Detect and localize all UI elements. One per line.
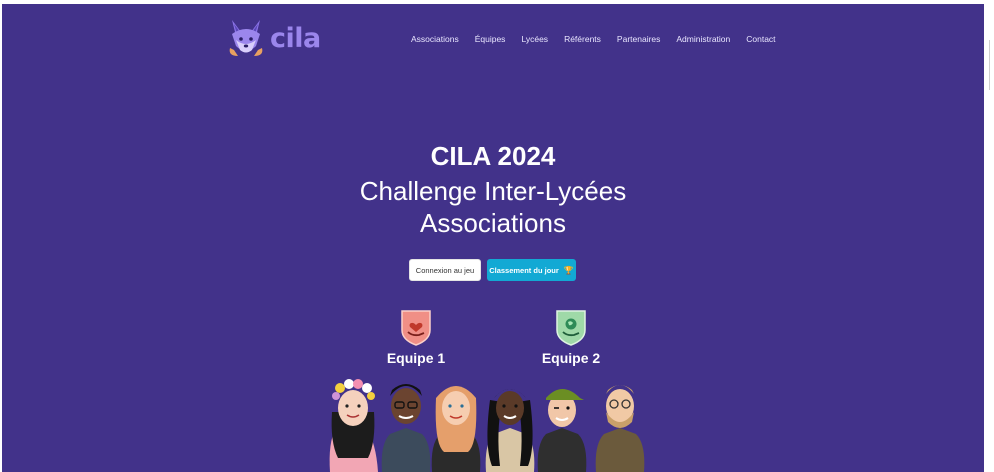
avatar-4 <box>485 389 535 472</box>
nav-link-lycees[interactable]: Lycées <box>521 34 548 44</box>
globe-hand-icon <box>556 310 586 346</box>
team-avatars-illustration <box>329 379 645 472</box>
ranking-button[interactable]: Classement du jour 🏆 <box>487 259 576 281</box>
nav-link-partenaires[interactable]: Partenaires <box>617 34 660 44</box>
avatar-5 <box>537 389 587 472</box>
main-nav: Associations Équipes Lycées Référents Pa… <box>411 34 792 44</box>
hero-title: CILA 2024 <box>430 141 556 171</box>
team-2-label: Equipe 2 <box>541 350 601 366</box>
hero-subtitle: Challenge Inter-Lycées Associations <box>2 175 984 239</box>
login-button-label: Connexion au jeu <box>415 265 475 275</box>
avatar-1 <box>329 379 378 472</box>
hero-subtitle-line1: Challenge Inter-Lycées <box>359 176 627 206</box>
nav-link-referents[interactable]: Référents <box>564 34 601 44</box>
trophy-icon: 🏆 <box>563 265 574 275</box>
nav-link-associations[interactable]: Associations <box>411 34 459 44</box>
brand-logo[interactable]: cila <box>226 18 321 58</box>
nav-link-contact[interactable]: Contact <box>746 34 775 44</box>
avatar-3 <box>431 386 481 472</box>
brand-name: cila <box>270 22 321 54</box>
nav-link-administration[interactable]: Administration <box>676 34 730 44</box>
team-1-label: Equipe 1 <box>386 350 446 366</box>
hero-subtitle-line2: Associations <box>420 208 566 238</box>
avatar-6 <box>595 385 645 472</box>
page-background: cila Associations Équipes Lycées Référen… <box>2 4 984 472</box>
ranking-button-label: Classement du jour <box>489 265 559 275</box>
scrollbar-thumb[interactable] <box>989 40 990 90</box>
team-2[interactable]: Equipe 2 <box>531 308 611 366</box>
team-1[interactable]: Equipe 1 <box>376 308 456 366</box>
avatar-2 <box>381 384 431 472</box>
login-button[interactable]: Connexion au jeu <box>409 259 481 281</box>
fox-logo-icon <box>229 20 263 56</box>
scrollbar[interactable] <box>985 0 994 472</box>
heart-hand-icon <box>401 310 431 346</box>
nav-link-equipes[interactable]: Équipes <box>475 34 506 44</box>
